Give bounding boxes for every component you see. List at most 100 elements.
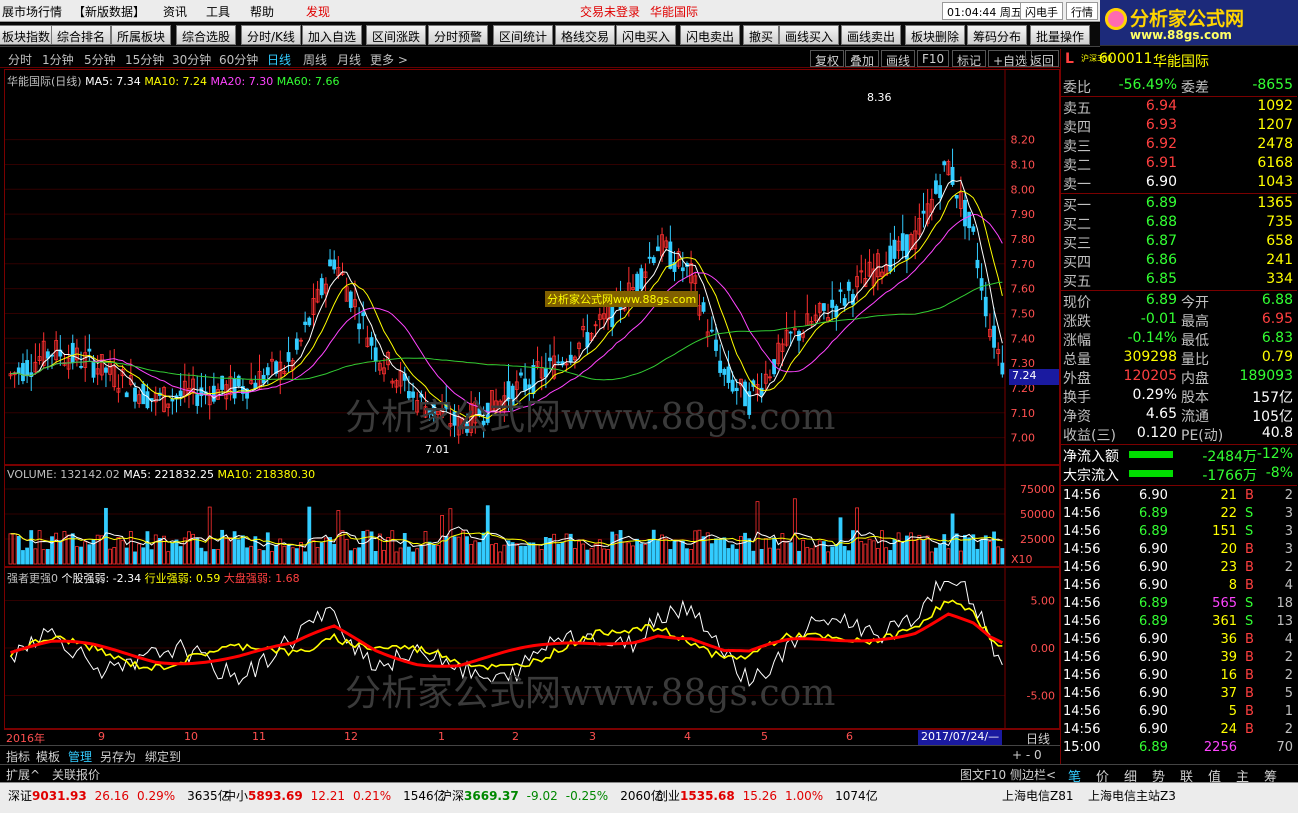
toolbar-button-5[interactable]: 加入自选 <box>302 25 363 45</box>
stat-row-3[interactable]: 总量 309298 量比 0.79 <box>1061 349 1297 368</box>
tick-row-12[interactable]: 14:56 6.90 5 B 1 <box>1061 704 1297 723</box>
index-summary-0[interactable]: 深证9031.93 26.16 0.29% 3635亿 <box>8 787 230 804</box>
toolbar-button-17[interactable]: 批量操作 <box>1030 25 1091 45</box>
stat-row-2[interactable]: 涨幅 -0.14% 最低 6.83 <box>1061 330 1297 349</box>
tick-row-0[interactable]: 14:56 6.90 21 B 2 <box>1061 488 1297 507</box>
menu-discover[interactable]: 发现 <box>306 3 330 20</box>
toolbar-button-14[interactable]: 画线卖出 <box>841 25 902 45</box>
stat-row-7[interactable]: 收益(三) 0.120 PE(动) 40.8 <box>1061 425 1297 444</box>
toolbar-button-0[interactable]: 板块指数 <box>0 25 57 45</box>
toolbar-button-2[interactable]: 所属板块 <box>111 25 172 45</box>
tick-row-6[interactable]: 14:56 6.89 565 S 18 <box>1061 596 1297 615</box>
stat-row-4[interactable]: 外盘 120205 内盘 189093 <box>1061 368 1297 387</box>
ext-right-0[interactable]: 图文F10 <box>960 766 1006 783</box>
volume-chart[interactable]: 75000 50000 25000 <box>5 466 1059 566</box>
menu-help[interactable]: 帮助 <box>250 3 274 20</box>
bid-row-4[interactable]: 买五 6.85 334 <box>1061 271 1297 290</box>
tick-row-4[interactable]: 14:56 6.90 23 B 2 <box>1061 560 1297 579</box>
period-tab-0[interactable]: 分时 <box>8 51 32 68</box>
tick-row-13[interactable]: 14:56 6.90 24 B 2 <box>1061 722 1297 741</box>
ask-row-0[interactable]: 卖五 6.94 1092 <box>1061 98 1297 117</box>
period-tab-1[interactable]: 1分钟 <box>42 51 74 68</box>
toolbar-button-8[interactable]: 区间统计 <box>493 25 554 45</box>
stat-row-0[interactable]: 现价 6.89 今开 6.88 <box>1061 292 1297 311</box>
chart-button-2[interactable]: 画线 <box>881 50 916 68</box>
ask-row-4[interactable]: 卖一 6.90 1043 <box>1061 174 1297 193</box>
zoom-controls[interactable]: + - 0 <box>1012 748 1042 762</box>
ext-tab-1[interactable]: 关联报价 <box>52 766 100 783</box>
period-tab-3[interactable]: 15分钟 <box>125 51 164 68</box>
chart-button-0[interactable]: 复权 <box>810 50 845 68</box>
period-tab-7[interactable]: 周线 <box>303 51 327 68</box>
toolbar-button-9[interactable]: 格线交易 <box>555 25 616 45</box>
toolbar-button-13[interactable]: 画线买入 <box>779 25 840 45</box>
bid-row-2[interactable]: 买三 6.87 658 <box>1061 233 1297 252</box>
menu-new-data[interactable]: 【新版数据】 <box>73 3 145 20</box>
period-tab-2[interactable]: 5分钟 <box>84 51 116 68</box>
toolbar-button-4[interactable]: 分时/K线 <box>241 25 301 45</box>
menu-market[interactable]: 展市场行情 <box>2 3 62 20</box>
menu-news[interactable]: 资讯 <box>163 3 187 20</box>
period-tab-9[interactable]: 更多 > <box>370 51 408 68</box>
chart-button-3[interactable]: F10 <box>917 50 950 67</box>
flash-trade-button[interactable]: 闪电手 <box>1020 2 1063 20</box>
toolbar-button-11[interactable]: 闪电卖出 <box>680 25 741 45</box>
login-status[interactable]: 交易未登录 <box>580 3 640 20</box>
stat-label: 外盘 <box>1063 371 1091 387</box>
tick-row-2[interactable]: 14:56 6.89 151 S 3 <box>1061 524 1297 543</box>
index-summary-3[interactable]: 创业1535.68 15.26 1.00% 1074亿 <box>656 787 878 804</box>
toolbar-button-3[interactable]: 综合选股 <box>176 25 237 45</box>
tick-row-8[interactable]: 14:56 6.90 36 B 4 <box>1061 632 1297 651</box>
tick-row-10[interactable]: 14:56 6.90 16 B 2 <box>1061 668 1297 687</box>
toolbar-button-7[interactable]: 分时预警 <box>428 25 489 45</box>
chart-button-4[interactable]: 标记 <box>952 50 987 68</box>
index-summary-2[interactable]: 沪深3669.37 -9.02 -0.25% 2060亿 <box>440 787 663 804</box>
ext-tab-0[interactable]: 扩展^ <box>6 766 40 783</box>
volume-bar <box>257 549 262 565</box>
toolbar-button-16[interactable]: 筹码分布 <box>967 25 1028 45</box>
menu-tools[interactable]: 工具 <box>206 3 230 20</box>
ask-row-2[interactable]: 卖三 6.92 2478 <box>1061 136 1297 155</box>
chart-button-6[interactable]: 返回 <box>1025 50 1060 68</box>
volume-bar <box>128 531 133 565</box>
toolbar-button-1[interactable]: 综合排名 <box>51 25 112 45</box>
ext-right-1[interactable]: 侧边栏< <box>1010 766 1056 783</box>
flow-row-1[interactable]: 大宗流入 -1766万 -8% <box>1061 465 1297 484</box>
toolbar-button-10[interactable]: 闪电买入 <box>616 25 677 45</box>
tick-row-1[interactable]: 14:56 6.89 22 S 3 <box>1061 506 1297 525</box>
toolbar-button-12[interactable]: 撤买 <box>743 25 780 45</box>
quote-button[interactable]: 行情 <box>1066 2 1098 20</box>
weibi-row[interactable]: 委比 -56.49% 委差 -8655 <box>1061 77 1297 96</box>
indicator-tab-1[interactable]: 模板 <box>36 748 60 765</box>
period-tab-6[interactable]: 日线 <box>267 51 291 68</box>
tick-row-9[interactable]: 14:56 6.90 39 B 2 <box>1061 650 1297 669</box>
period-tab-4[interactable]: 30分钟 <box>172 51 211 68</box>
toolbar-button-6[interactable]: 区间涨跌 <box>366 25 427 45</box>
stat-row-6[interactable]: 净资 4.65 流通 105亿 <box>1061 406 1297 425</box>
tick-row-11[interactable]: 14:56 6.90 37 B 5 <box>1061 686 1297 705</box>
tick-row-7[interactable]: 14:56 6.89 361 S 13 <box>1061 614 1297 633</box>
server-2[interactable]: 上海电信主站Z3 <box>1088 787 1176 804</box>
tick-row-3[interactable]: 14:56 6.90 20 B 3 <box>1061 542 1297 561</box>
period-tab-8[interactable]: 月线 <box>337 51 361 68</box>
chart-button-1[interactable]: 叠加 <box>845 50 880 68</box>
stat-row-1[interactable]: 涨跌 -0.01 最高 6.95 <box>1061 311 1297 330</box>
indicator-tab-3[interactable]: 另存为 <box>100 748 136 765</box>
indicator-tab-0[interactable]: 指标 <box>6 748 30 765</box>
bid-row-3[interactable]: 买四 6.86 241 <box>1061 252 1297 271</box>
indicator-tab-2[interactable]: 管理 <box>68 748 92 765</box>
tick-row-14[interactable]: 15:00 6.89 2256 70 <box>1061 740 1297 759</box>
flow-row-0[interactable]: 净流入额 -2484万 -12% <box>1061 446 1297 465</box>
quote-header[interactable]: L 沪深300 600011 华能国际 <box>1061 51 1297 70</box>
ask-row-3[interactable]: 卖二 6.91 6168 <box>1061 155 1297 174</box>
bid-row-1[interactable]: 买二 6.88 735 <box>1061 214 1297 233</box>
indicator-tab-4[interactable]: 绑定到 <box>145 748 181 765</box>
period-tab-5[interactable]: 60分钟 <box>219 51 258 68</box>
index-summary-1[interactable]: 中小5893.69 12.21 0.21% 1546亿 <box>224 787 446 804</box>
stat-row-5[interactable]: 换手 0.29% 股本 157亿 <box>1061 387 1297 406</box>
bid-row-0[interactable]: 买一 6.89 1365 <box>1061 195 1297 214</box>
ask-row-1[interactable]: 卖四 6.93 1207 <box>1061 117 1297 136</box>
toolbar-button-15[interactable]: 板块删除 <box>905 25 966 45</box>
tick-row-5[interactable]: 14:56 6.90 8 B 4 <box>1061 578 1297 597</box>
server-1[interactable]: 上海电信Z81 <box>1002 787 1074 804</box>
